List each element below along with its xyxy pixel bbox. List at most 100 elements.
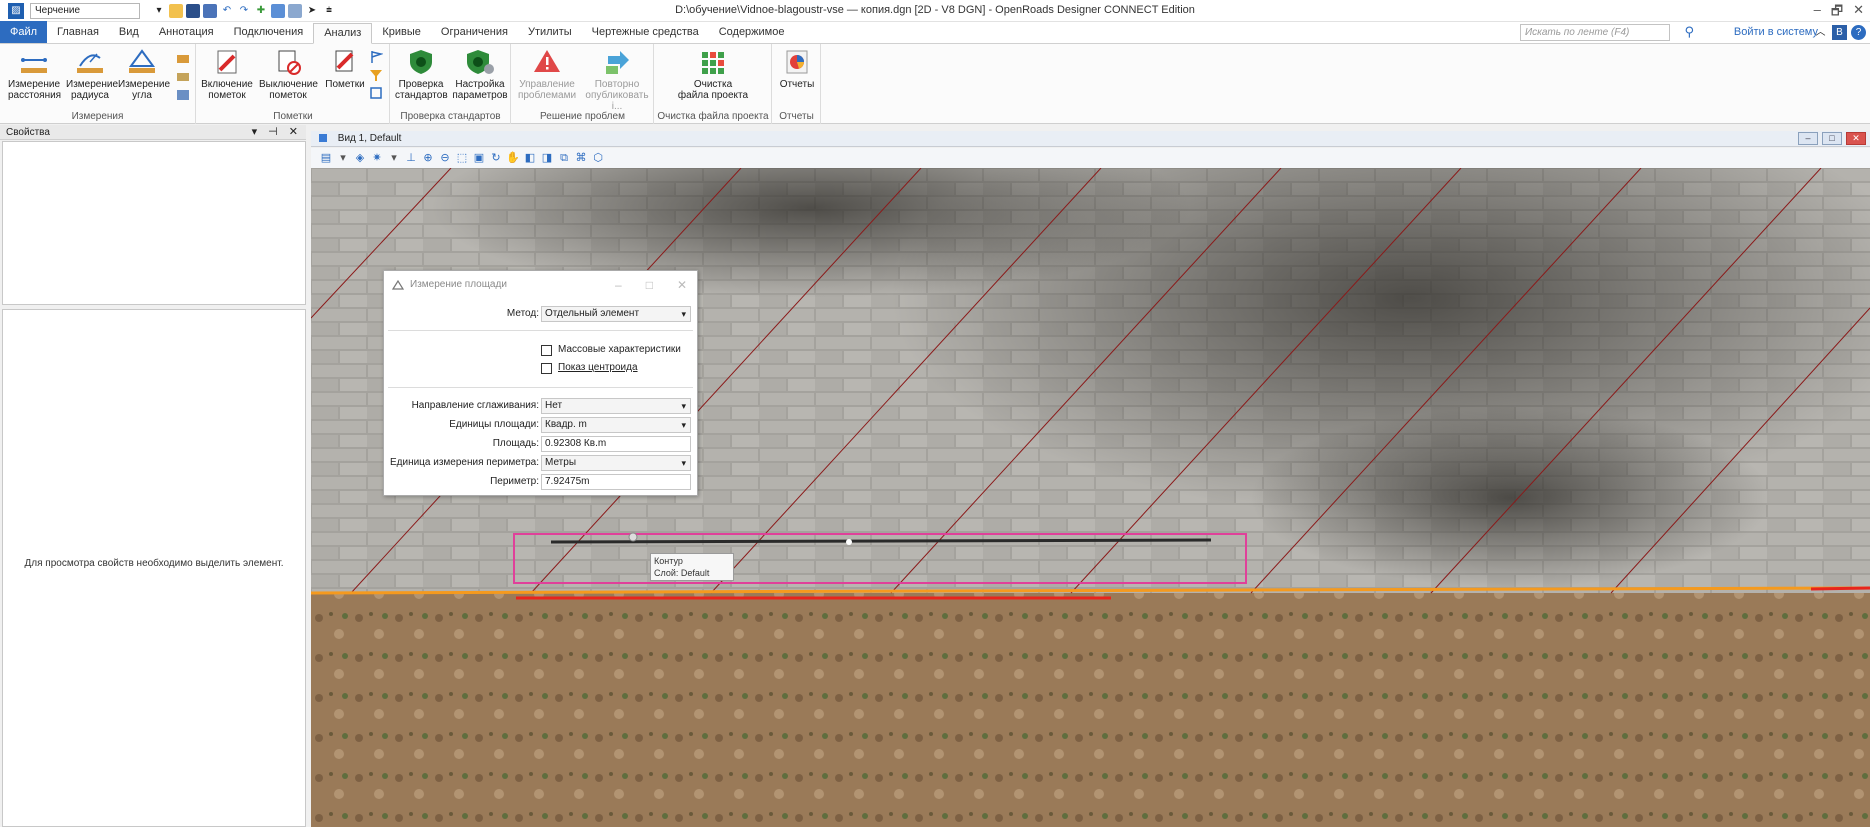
measure-radius-button[interactable]: Измерение радиуса <box>66 48 118 101</box>
tab-home[interactable]: Главная <box>47 23 109 43</box>
panel-controls[interactable]: ▾ ⊣ ✕ <box>252 125 302 140</box>
dialog-maximize-button[interactable]: □ <box>646 271 653 299</box>
markup-off-label: Выключение пометок <box>259 79 318 101</box>
workflow-select[interactable]: Черчение <box>30 2 140 19</box>
markups-button[interactable]: Пометки <box>325 48 365 90</box>
fit-view-icon[interactable]: ▣ <box>472 151 486 165</box>
markup-off-icon <box>278 50 301 75</box>
save-settings-icon[interactable] <box>203 3 217 18</box>
cleanup-file-button[interactable]: Очистка файла проекта <box>673 48 753 101</box>
camera-icon[interactable]: ⌘ <box>574 151 588 165</box>
dialog-minimize-button[interactable]: – <box>615 271 622 299</box>
rotate-view-icon[interactable]: ↻ <box>489 151 503 165</box>
check-standards-button[interactable]: Проверка стандартов <box>395 48 448 101</box>
republish-button[interactable]: Повторно опубликовать і... <box>582 48 652 112</box>
ribbon-search-input[interactable]: Искать по ленте (F4) <box>1520 24 1670 41</box>
measure-angle-label: Измерение угла <box>118 79 171 101</box>
dropdown-arrow-icon[interactable]: ▾ <box>152 4 166 18</box>
view-close-button[interactable]: ✕ <box>1846 132 1866 145</box>
measure-area-icon[interactable] <box>176 52 190 66</box>
perimeter-units-label: Единица измерения периметра: <box>389 457 539 468</box>
close-button[interactable]: ✕ <box>1853 2 1864 24</box>
tab-curves[interactable]: Кривые <box>372 23 431 43</box>
setup-params-button[interactable]: Настройка параметров <box>451 48 509 101</box>
pan-view-icon[interactable]: ✋ <box>506 151 520 165</box>
open-folder-icon[interactable] <box>169 3 183 18</box>
tab-content[interactable]: Содержимое <box>709 23 795 43</box>
view-attributes-icon[interactable]: ▤ <box>319 151 333 165</box>
reports-button[interactable]: Отчеты <box>777 48 817 90</box>
clip-icon[interactable] <box>288 3 302 18</box>
tab-attachments[interactable]: Подключения <box>224 23 314 43</box>
print-icon[interactable] <box>271 3 285 18</box>
manage-problems-label: Управление проблемами <box>517 79 577 101</box>
view-3d-icon[interactable]: ⬡ <box>591 151 605 165</box>
manage-problems-button[interactable]: Управление проблемами <box>516 48 578 101</box>
mass-props-checkbox[interactable]: Массовые характеристики <box>541 344 701 358</box>
copy-view-icon[interactable]: ⧉ <box>557 151 571 165</box>
selection-arrow-icon[interactable]: ➤ <box>305 4 319 18</box>
lighting-icon[interactable]: ✷ <box>370 151 384 165</box>
view-previous-icon[interactable]: ◧ <box>523 151 537 165</box>
minimize-button[interactable]: – <box>1814 2 1821 24</box>
measure-angle-button[interactable]: Измерение угла <box>118 48 170 101</box>
measure-tools-icon[interactable] <box>176 88 190 102</box>
restore-button[interactable]: 🗗 <box>1831 2 1843 24</box>
window-area-icon[interactable]: ⬚ <box>455 151 469 165</box>
measure-distance-button[interactable]: Измерение расстояния <box>8 48 61 101</box>
tab-annotation[interactable]: Аннотация <box>149 23 224 43</box>
zoom-in-icon[interactable]: ⊕ <box>421 151 435 165</box>
snap-point[interactable] <box>628 532 638 542</box>
properties-element-list[interactable] <box>2 141 306 305</box>
view-menu-icon[interactable] <box>319 134 327 143</box>
dropdown-arrow-icon[interactable]: ▾ <box>387 151 401 165</box>
perimeter-units-select[interactable]: Метры <box>541 455 691 471</box>
markup-filter-icon[interactable] <box>369 68 383 82</box>
tab-right-icons: ︿ B ? <box>1813 25 1866 40</box>
show-centroid-label: Показ центроида <box>558 362 638 373</box>
collapse-ribbon-icon[interactable]: ︿ <box>1813 25 1828 40</box>
method-select[interactable]: Отдельный элемент <box>541 306 691 322</box>
cleanup-grid-icon <box>702 52 724 74</box>
perimeter-value-field[interactable]: 7.92475m <box>541 474 691 490</box>
checkbox-box[interactable] <box>541 363 552 374</box>
markup-on-icon <box>217 50 237 74</box>
tab-utilities[interactable]: Утилиты <box>518 23 582 43</box>
app-logo-icon[interactable]: ▨ <box>8 2 24 19</box>
tab-file[interactable]: Файл <box>0 21 48 43</box>
tab-view[interactable]: Вид <box>109 23 149 43</box>
markup-on-button[interactable]: Включение пометок <box>201 48 253 101</box>
save-icon[interactable] <box>186 3 200 18</box>
update-view-icon[interactable]: ⊥ <box>404 151 418 165</box>
help-icon[interactable]: ? <box>1851 25 1866 40</box>
customize-qat-icon[interactable]: ⩧ <box>322 4 336 18</box>
pin-icon[interactable]: ✚ <box>254 4 268 18</box>
redo-icon[interactable]: ↷ <box>237 4 251 18</box>
measure-volume-icon[interactable] <box>176 70 190 84</box>
area-units-select[interactable]: Квадр. m <box>541 417 691 433</box>
dropdown-arrow-icon[interactable]: ▾ <box>336 151 350 165</box>
dialog-titlebar[interactable]: Измерение площади – □ ✕ <box>384 271 697 299</box>
red-curb-line-right[interactable] <box>1810 586 1870 591</box>
bentley-icon[interactable]: B <box>1832 25 1847 40</box>
drawing-canvas[interactable] <box>311 168 1870 827</box>
zoom-out-icon[interactable]: ⊖ <box>438 151 452 165</box>
show-centroid-checkbox[interactable]: Показ центроида <box>541 362 701 376</box>
view-minimize-button[interactable]: – <box>1798 132 1818 145</box>
markup-off-button[interactable]: Выключение пометок <box>259 48 318 101</box>
undo-icon[interactable]: ↶ <box>220 4 234 18</box>
tab-analysis[interactable]: Анализ <box>313 23 373 44</box>
dialog-close-button[interactable]: ✕ <box>677 271 687 299</box>
markup-compare-icon[interactable] <box>369 86 383 100</box>
search-icon[interactable]: ⚲ <box>1684 24 1694 40</box>
checkbox-box[interactable] <box>541 345 552 356</box>
smoothing-select[interactable]: Нет <box>541 398 691 414</box>
sign-in-link[interactable]: Войти в систему <box>1734 26 1818 38</box>
flag-icon[interactable] <box>369 50 383 64</box>
display-style-icon[interactable]: ◈ <box>353 151 367 165</box>
view-next-icon[interactable]: ◨ <box>540 151 554 165</box>
tab-drawing-aids[interactable]: Чертежные средства <box>582 23 709 43</box>
tab-constraints[interactable]: Ограничения <box>431 23 518 43</box>
view-restore-button[interactable]: □ <box>1822 132 1842 145</box>
area-value-field[interactable]: 0.92308 Кв.m <box>541 436 691 452</box>
